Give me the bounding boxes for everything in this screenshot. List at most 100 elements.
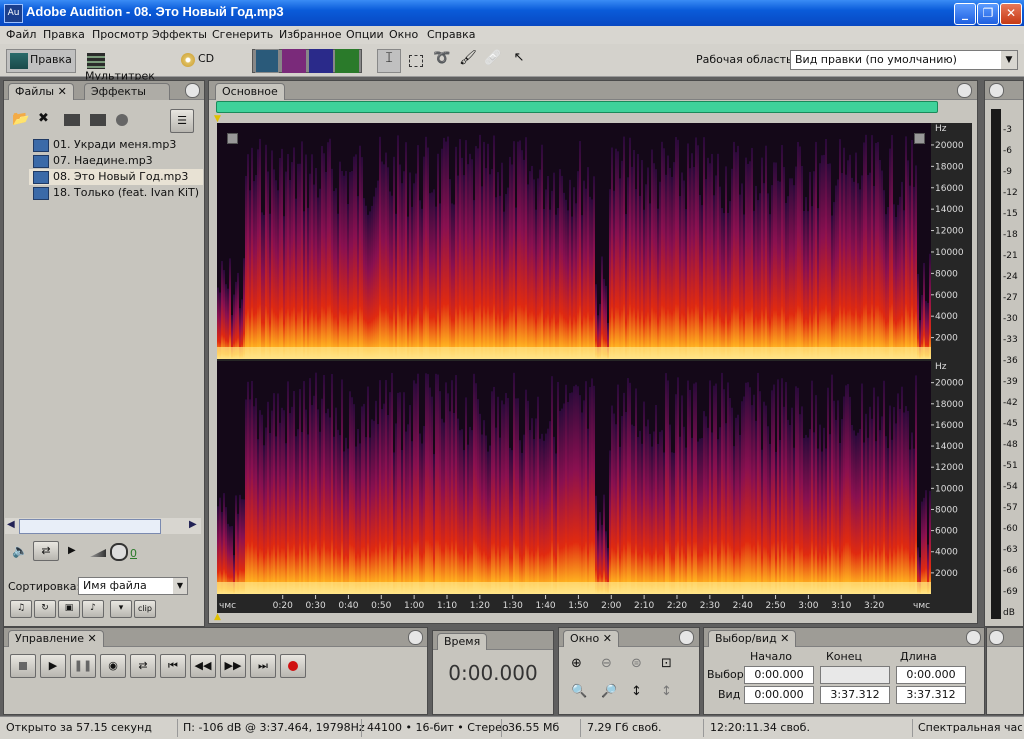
open-file-icon[interactable]: 📂: [12, 111, 29, 127]
lasso-tool[interactable]: ➰: [430, 49, 454, 73]
view-length-field[interactable]: 3:37.312: [896, 686, 966, 704]
go-to-start-button[interactable]: ⏮: [160, 654, 186, 678]
zoom-in-horizontal-icon[interactable]: ⊕: [571, 656, 582, 671]
cd-view-button[interactable]: CD: [178, 49, 224, 73]
scroll-right-icon[interactable]: ▶: [189, 519, 197, 530]
minimize-button[interactable]: _: [954, 3, 976, 25]
selection-end-field[interactable]: [820, 666, 890, 684]
time-display[interactable]: 0:00.000: [433, 661, 553, 685]
pause-button[interactable]: ❚❚: [70, 654, 96, 678]
sort-select[interactable]: Имя файла ▼: [78, 577, 188, 595]
loop-button[interactable]: ⇄: [33, 541, 59, 561]
brush-tool[interactable]: 🖌: [456, 49, 480, 73]
scroll-left-icon[interactable]: ◀: [7, 519, 15, 530]
tab-zoom[interactable]: Окно ✕: [563, 630, 619, 647]
pan-display-button[interactable]: [309, 49, 333, 73]
multitrack-view-button[interactable]: Мультитрек: [84, 49, 176, 83]
chevron-down-icon[interactable]: ▼: [173, 578, 187, 594]
close-button[interactable]: ✕: [1000, 3, 1022, 25]
zoom-left-icon[interactable]: 🔍: [571, 684, 587, 699]
menu-file[interactable]: Файл: [6, 28, 36, 41]
volume-value[interactable]: 0: [130, 547, 137, 560]
phase-display-button[interactable]: [335, 49, 359, 73]
selection-start-field[interactable]: 0:00.000: [744, 666, 814, 684]
play-from-cursor-button[interactable]: ◉: [100, 654, 126, 678]
spot-healing-tool[interactable]: 🩹: [481, 49, 505, 73]
spectral-display[interactable]: Hz 20000 18000 16000 14000 12000 10000 8000 6000…: [217, 123, 972, 613]
loop-play-button[interactable]: ⇄: [130, 654, 156, 678]
waveform-display-button[interactable]: [255, 49, 279, 73]
play-button[interactable]: ▶: [40, 654, 66, 678]
hybrid-tool[interactable]: ↖: [507, 49, 531, 73]
view-start-field[interactable]: 0:00.000: [744, 686, 814, 704]
zoom-to-selection-icon[interactable]: ⊡: [661, 656, 672, 671]
panel-menu-button[interactable]: [679, 630, 694, 645]
menu-favorites[interactable]: Избранное: [279, 28, 341, 41]
menu-generate[interactable]: Сгенерить: [212, 28, 273, 41]
marquee-tool[interactable]: [404, 49, 428, 73]
filter-loop-button[interactable]: ↻: [34, 600, 56, 618]
speaker-icon[interactable]: 🔈: [12, 544, 28, 559]
tab-files[interactable]: Файлы ✕: [8, 83, 74, 100]
go-to-end-button[interactable]: ⏭: [250, 654, 276, 678]
menu-edit[interactable]: Правка: [43, 28, 85, 41]
filter-audio-button[interactable]: ♫: [10, 600, 32, 618]
panel-menu-button[interactable]: [989, 630, 1004, 645]
scrollbar-thumb[interactable]: [19, 519, 161, 534]
close-icon[interactable]: ✕: [58, 85, 67, 98]
insert-cd-icon[interactable]: [90, 114, 106, 126]
zoom-handle-icon[interactable]: [227, 133, 238, 144]
zoom-out-vertical-icon[interactable]: ↕: [661, 684, 672, 699]
spectrogram-left-channel[interactable]: [217, 123, 931, 359]
rewind-button[interactable]: ◀◀: [190, 654, 216, 678]
volume-knob[interactable]: [110, 543, 128, 561]
menu-view[interactable]: Просмотр: [92, 28, 148, 41]
panel-menu-button[interactable]: [408, 630, 423, 645]
file-item-selected[interactable]: 08. Это Новый Год.mp3: [29, 169, 203, 185]
tab-main[interactable]: Основное: [215, 83, 285, 100]
panel-menu-button[interactable]: [957, 83, 972, 98]
record-button[interactable]: [280, 654, 306, 678]
play-icon[interactable]: ▶: [68, 545, 76, 556]
maximize-button[interactable]: ❐: [977, 3, 999, 25]
selection-length-field[interactable]: 0:00.000: [896, 666, 966, 684]
close-file-icon[interactable]: ✖: [38, 111, 49, 126]
file-item[interactable]: 18. Только (feat. Ivan KiT) [Rem: [33, 185, 203, 201]
close-icon[interactable]: ✕: [780, 632, 789, 645]
spectrogram-right-channel[interactable]: [217, 361, 931, 594]
chevron-down-icon[interactable]: ▼: [1001, 51, 1017, 69]
filter-options-button[interactable]: ▾: [110, 600, 132, 618]
edit-view-button[interactable]: Правка: [6, 49, 76, 73]
panel-menu-button[interactable]: [989, 83, 1004, 98]
tab-selection-view[interactable]: Выбор/вид ✕: [708, 630, 797, 647]
panel-menu-button[interactable]: [185, 83, 200, 98]
time-ruler[interactable]: чмс чмс 0:20 0:30 0:40 0:50 1:00 1:10 1:20 1:30 1:…: [217, 595, 972, 613]
horizontal-scrollbar[interactable]: ◀ ▶: [5, 518, 201, 534]
filter-video-button[interactable]: ▣: [58, 600, 80, 618]
zoom-handle-icon[interactable]: [914, 133, 925, 144]
menu-options[interactable]: Опции: [346, 28, 384, 41]
stop-button[interactable]: [10, 654, 36, 678]
fast-forward-button[interactable]: ▶▶: [220, 654, 246, 678]
end-marker-icon[interactable]: ▲: [214, 612, 221, 622]
frequency-ruler[interactable]: Hz 20000 18000 16000 14000 12000 10000 8000 6000…: [931, 123, 972, 595]
overview-bar[interactable]: [216, 101, 938, 113]
tab-effects[interactable]: Эффекты: [84, 83, 170, 100]
time-selection-tool[interactable]: 𝙸: [377, 49, 401, 73]
panel-menu-button[interactable]: [966, 630, 981, 645]
menu-help[interactable]: Справка: [427, 28, 475, 41]
autoplay-icon[interactable]: [116, 114, 128, 126]
show-options-button[interactable]: ☰: [170, 109, 194, 133]
insert-multitrack-icon[interactable]: [64, 114, 80, 126]
menu-window[interactable]: Окно: [389, 28, 418, 41]
workspace-select[interactable]: Вид правки (по умолчанию) ▼: [790, 50, 1018, 70]
tab-time[interactable]: Время: [437, 633, 488, 650]
close-icon[interactable]: ✕: [88, 632, 97, 645]
menu-effects[interactable]: Эффекты: [152, 28, 207, 41]
spectral-display-button[interactable]: [282, 49, 306, 73]
tab-transport[interactable]: Управление ✕: [8, 630, 104, 647]
filter-clip-button[interactable]: clip: [134, 600, 156, 618]
close-icon[interactable]: ✕: [603, 632, 612, 645]
zoom-in-vertical-icon[interactable]: ↕: [631, 684, 642, 699]
view-end-field[interactable]: 3:37.312: [820, 686, 890, 704]
